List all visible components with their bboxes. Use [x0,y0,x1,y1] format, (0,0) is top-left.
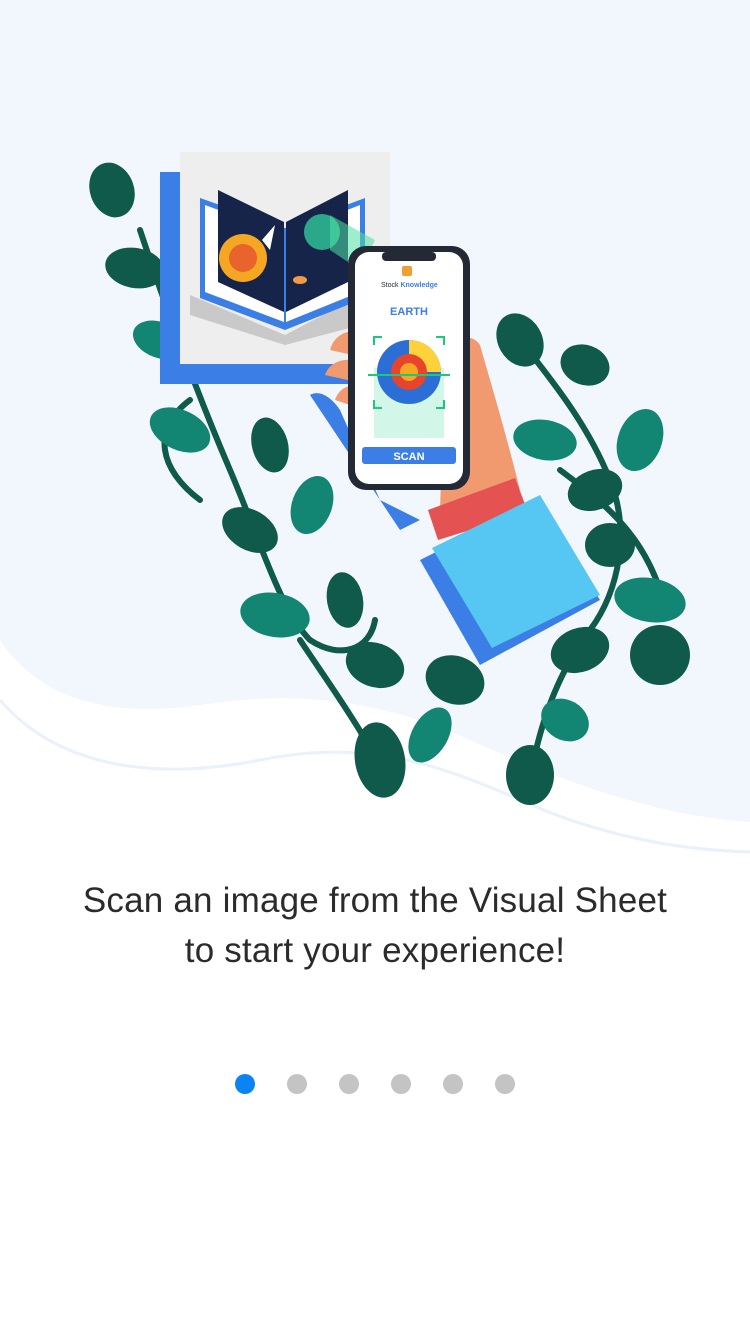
scan-illustration: Stock Knowledge EARTH SCAN [89,152,690,805]
page-dot-6[interactable] [495,1074,515,1094]
phone-subject-label: EARTH [390,306,428,318]
onboarding-screen: Stock Knowledge EARTH SCAN Scan an image… [0,0,750,1334]
phone-app-name: Stock Knowledge [381,282,438,289]
caption-line-1: Scan an image from the Visual Sheet [82,881,668,920]
caption-line-2: to start your experience! [184,931,566,970]
page-dot-5[interactable] [443,1074,463,1094]
page-dot-1[interactable] [235,1074,255,1094]
phone-scan-label: SCAN [393,451,424,463]
page-dot-2[interactable] [287,1074,307,1094]
phone-mockup: Stock Knowledge EARTH SCAN [348,246,470,490]
onboarding-caption: Scan an image from the Visual Sheet to s… [40,876,710,976]
page-dot-3[interactable] [339,1074,359,1094]
page-indicator [0,1074,750,1094]
page-dot-4[interactable] [391,1074,411,1094]
